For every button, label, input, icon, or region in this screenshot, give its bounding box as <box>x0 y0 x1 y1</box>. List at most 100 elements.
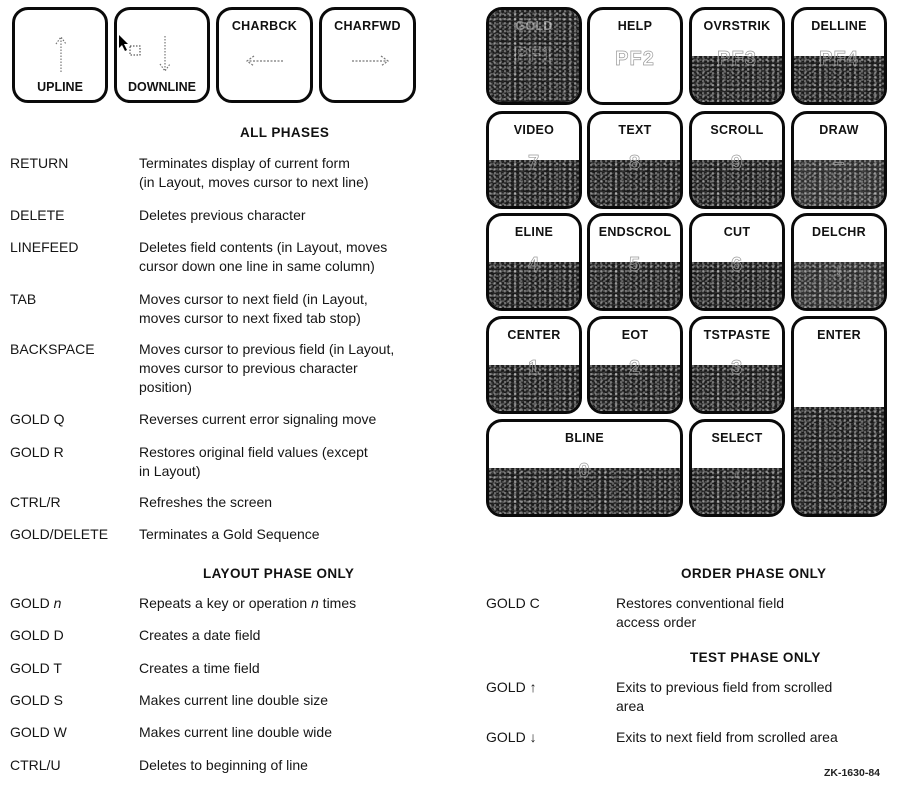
key-name: GOLD Q <box>10 411 65 427</box>
key-name: GOLD R <box>10 444 64 460</box>
keypad-key-endscrol[interactable]: ENDSCROL 5 <box>587 213 683 311</box>
key-description: Moves cursor to previous field (in Layou… <box>139 341 395 395</box>
keypad-key-bline[interactable]: BLINE 0 <box>486 419 683 517</box>
key-name: RETURN <box>10 155 69 171</box>
charbck-key[interactable]: CHARBCK <box>216 7 313 103</box>
key-label: VIDEO <box>513 123 555 137</box>
test-phase-title: TEST PHASE ONLY <box>690 650 821 665</box>
key-label: ELINE <box>514 225 554 239</box>
key-name: CTRL/U <box>10 757 61 773</box>
layout-phase-title: LAYOUT PHASE ONLY <box>203 566 355 581</box>
keypad-legend: 4 <box>527 254 541 277</box>
key-label: DELLINE <box>811 19 867 33</box>
keypad-legend: PF3 <box>717 48 757 71</box>
key-description: Repeats a key or operation n times <box>139 595 357 611</box>
keypad-key-delchr[interactable]: DELCHR, <box>791 213 887 311</box>
key-name: GOLD ↓ <box>486 729 537 745</box>
figure-reference: ZK-1630-84 <box>823 767 880 779</box>
keypad-legend: PF1 <box>514 44 554 67</box>
key-label: ENTER <box>817 328 861 342</box>
key-description: Terminates display of current form (in L… <box>139 155 369 190</box>
keypad-key-help[interactable]: HELP PF2 <box>587 7 683 105</box>
charfwd-label: CHARFWD <box>334 19 401 33</box>
key-label: TSTPASTE <box>703 328 771 342</box>
key-name: BACKSPACE <box>10 341 95 357</box>
keypad-key-text[interactable]: TEXT 8 <box>587 111 683 209</box>
keypad-key-video[interactable]: VIDEO 7 <box>486 111 582 209</box>
key-name: LINEFEED <box>10 239 79 255</box>
key-name: GOLD C <box>486 595 540 611</box>
key-name: GOLD n <box>10 595 62 611</box>
keypad-key-eot[interactable]: EOT 2 <box>587 316 683 414</box>
charbck-label: CHARBCK <box>231 19 298 33</box>
key-description: Makes current line double wide <box>139 724 332 740</box>
keypad-key-draw[interactable]: DRAW – <box>791 111 887 209</box>
key-description: Deletes to beginning of line <box>139 757 308 773</box>
key-description: Terminates a Gold Sequence <box>139 526 320 542</box>
key-label: SCROLL <box>710 123 764 137</box>
key-label: GOLD <box>515 19 553 33</box>
keypad-key-gold[interactable]: GOLD PF1 <box>486 7 582 105</box>
keypad-key-eline[interactable]: ELINE 4 <box>486 213 582 311</box>
downline-label: DOWNLINE <box>127 80 197 94</box>
charfwd-key[interactable]: CHARFWD <box>319 7 416 103</box>
key-description: Exits to previous field from scrolled ar… <box>616 679 833 714</box>
keypad-key-scroll[interactable]: SCROLL 9 <box>689 111 785 209</box>
key-name: GOLD W <box>10 724 67 740</box>
key-name: GOLD D <box>10 627 64 643</box>
key-label: CUT <box>723 225 751 239</box>
keypad-legend: 1 <box>527 357 541 380</box>
order-phase-title: ORDER PHASE ONLY <box>681 566 827 581</box>
key-name: CTRL/R <box>10 494 61 510</box>
key-description: Moves cursor to next field (in Layout, m… <box>139 291 368 326</box>
keypad-legend: PF2 <box>615 48 655 71</box>
keypad-legend: PF4 <box>819 48 859 71</box>
key-label: EOT <box>621 328 649 342</box>
key-description: Exits to next field from scrolled area <box>616 729 838 745</box>
gold-function-area <box>794 407 884 514</box>
key-label: TEXT <box>618 123 652 137</box>
left-arrow-icon <box>245 55 283 67</box>
keypad-key-ovrstrik[interactable]: OVRSTRIK PF3 <box>689 7 785 105</box>
key-description: Restores conventional field access order <box>616 595 785 630</box>
key-description: Creates a date field <box>139 627 261 643</box>
mouse-cursor-icon <box>119 35 141 56</box>
key-label: OVRSTRIK <box>703 19 771 33</box>
key-name: GOLD S <box>10 692 63 708</box>
keypad-key-center[interactable]: CENTER 1 <box>486 316 582 414</box>
key-description: Deletes field contents (in Layout, moves… <box>139 239 388 274</box>
key-description: Deletes previous character <box>139 207 306 223</box>
key-label: SELECT <box>711 431 763 445</box>
keypad-legend: 3 <box>730 357 744 380</box>
key-description: Reverses current error signaling move <box>139 411 377 427</box>
key-label: DELCHR <box>812 225 866 239</box>
keypad-key-tstpaste[interactable]: TSTPASTE 3 <box>689 316 785 414</box>
keypad-legend: – <box>832 152 846 175</box>
key-name: DELETE <box>10 207 65 223</box>
upline-key[interactable]: UPLINE <box>12 7 108 103</box>
key-label: HELP <box>617 19 653 33</box>
keypad-key-select[interactable]: SELECT. <box>689 419 785 517</box>
key-description: Refreshes the screen <box>139 494 273 510</box>
key-label: BLINE <box>565 431 604 445</box>
keypad-legend: 8 <box>628 152 642 175</box>
keypad-legend: , <box>835 254 843 277</box>
all-phases-title: ALL PHASES <box>240 125 330 140</box>
key-description: Creates a time field <box>139 660 260 676</box>
keypad-legend: 0 <box>578 460 591 483</box>
right-arrow-icon <box>352 55 390 67</box>
key-label: CENTER <box>507 328 561 342</box>
keypad-key-delline[interactable]: DELLINE PF4 <box>791 7 887 105</box>
keypad-legend: 2 <box>628 357 642 380</box>
key-description: Restores original field values (except i… <box>139 444 368 479</box>
keypad-legend: 9 <box>730 152 744 175</box>
key-description: Makes current line double size <box>139 692 329 708</box>
keypad-key-cut[interactable]: CUT 6 <box>689 213 785 311</box>
key-name: GOLD T <box>10 660 62 676</box>
key-name: GOLD ↑ <box>486 679 537 695</box>
keypad-key-enter[interactable]: ENTER <box>791 316 887 517</box>
keypad-legend: 5 <box>628 254 642 277</box>
key-name: GOLD/DELETE <box>10 526 109 542</box>
up-arrow-icon <box>55 35 67 72</box>
key-name: TAB <box>10 291 37 307</box>
